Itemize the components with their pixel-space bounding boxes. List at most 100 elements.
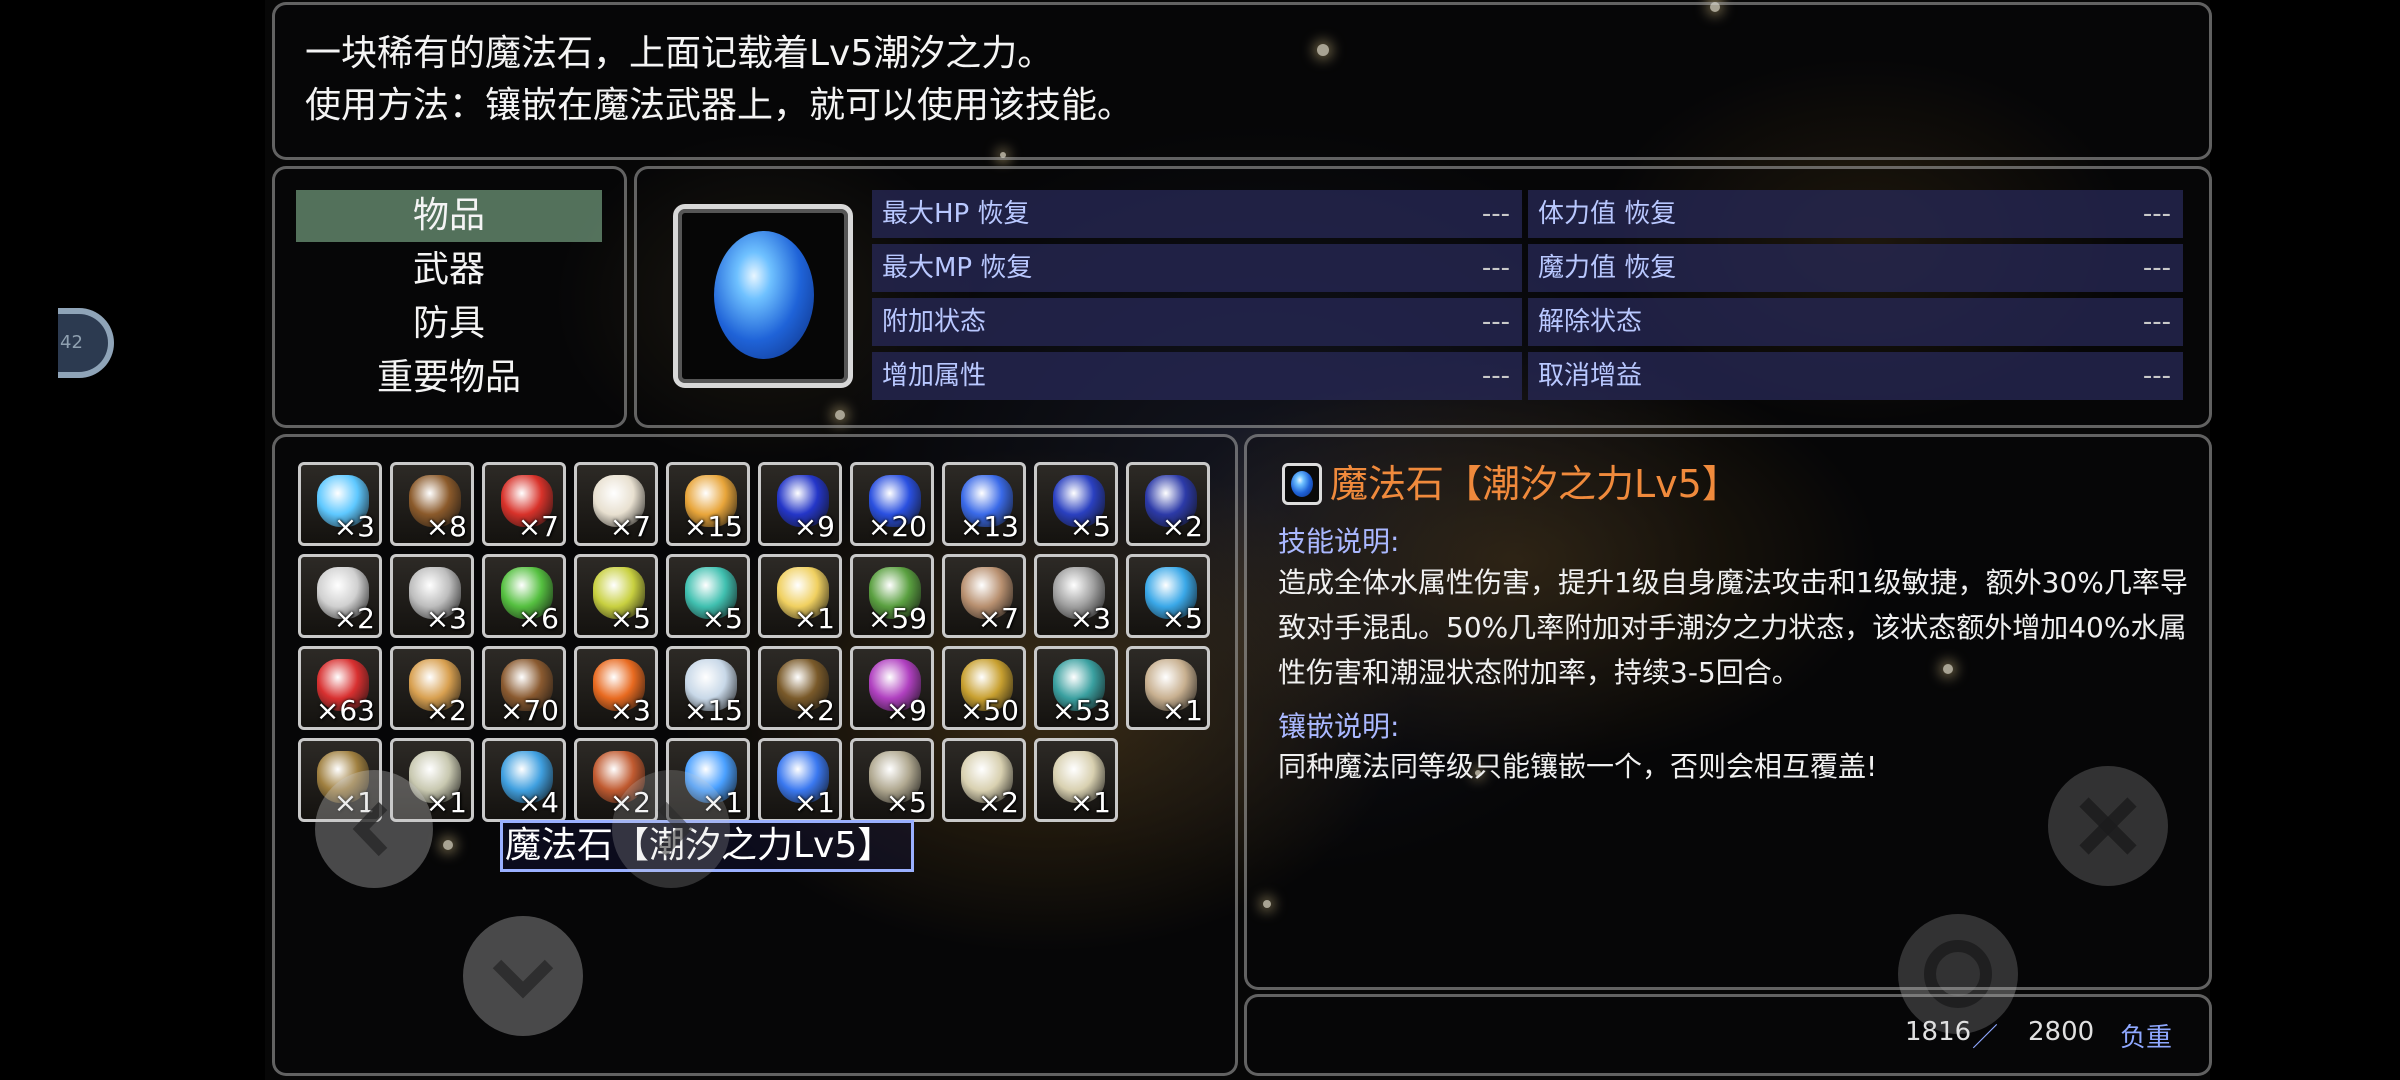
item-count: ×2 (977, 786, 1019, 819)
item-count: ×59 (867, 602, 927, 635)
stat-stamina-recover: 体力值 恢复 --- (1528, 190, 2183, 238)
scroll-down-button[interactable] (463, 916, 583, 1036)
inventory-slot[interactable]: ×7 (574, 462, 658, 546)
weight-current: 1816 (1905, 1017, 1972, 1047)
inventory-slot[interactable]: ×13 (942, 462, 1026, 546)
inventory-slot[interactable]: ×1 (1126, 646, 1210, 730)
stat-label: 最大HP 恢复 (882, 199, 1030, 229)
item-count: ×7 (517, 510, 559, 543)
item-count: ×8 (425, 510, 467, 543)
item-count: ×3 (425, 602, 467, 635)
item-count: ×15 (683, 510, 743, 543)
description-line-2: 使用方法：镶嵌在魔法武器上，就可以使用该技能。 (305, 85, 1134, 126)
inventory-slot[interactable]: ×7 (942, 554, 1026, 638)
inventory-slot[interactable]: ×1 (1034, 738, 1118, 822)
previous-page-button[interactable] (315, 770, 433, 888)
stat-max-mp-recover: 最大MP 恢复 --- (872, 244, 1522, 292)
inventory-slot[interactable]: ×50 (942, 646, 1026, 730)
stat-value: --- (2142, 361, 2171, 391)
item-count: ×20 (867, 510, 927, 543)
inventory-slot[interactable]: ×5 (850, 738, 934, 822)
inventory-slot[interactable]: ×70 (482, 646, 566, 730)
inventory-slot[interactable]: ×53 (1034, 646, 1118, 730)
inventory-slot[interactable]: ×63 (298, 646, 382, 730)
inventory-slot[interactable]: ×2 (1126, 462, 1210, 546)
inventory-slot[interactable]: ×5 (666, 554, 750, 638)
inventory-slot[interactable]: ×1 (758, 554, 842, 638)
stat-add-status: 附加状态 --- (872, 298, 1522, 346)
magic-stone-icon (1291, 471, 1313, 497)
stat-label: 体力值 恢复 (1538, 199, 1677, 229)
item-count: ×1 (1069, 786, 1111, 819)
inventory-slot[interactable]: ×59 (850, 554, 934, 638)
inventory-slot[interactable]: ×8 (390, 462, 474, 546)
item-count: ×2 (793, 694, 835, 727)
inventory-slot[interactable]: ×3 (390, 554, 474, 638)
inventory-slot[interactable]: ×3 (1034, 554, 1118, 638)
stat-cancel-buff: 取消增益 --- (1528, 352, 2183, 400)
inventory-slot[interactable]: ×2 (942, 738, 1026, 822)
item-count: ×5 (701, 602, 743, 635)
item-count: ×6 (517, 602, 559, 635)
inlay-description-text: 同种魔法同等级只能镶嵌一个，否则会相互覆盖! (1278, 750, 1878, 783)
stat-value: --- (2142, 253, 2171, 283)
category-tab-key-items[interactable]: 重要物品 (296, 352, 602, 404)
chevron-down-icon (492, 959, 554, 999)
skill-description-heading: 技能说明: (1278, 525, 1400, 558)
stat-label: 解除状态 (1538, 307, 1643, 337)
weight-label: 负重 (2120, 1023, 2173, 1053)
inventory-slot[interactable]: ×6 (482, 554, 566, 638)
item-count: ×1 (793, 786, 835, 819)
chevron-right-icon (657, 801, 693, 857)
chevron-left-icon (352, 801, 388, 857)
item-count: ×1 (1161, 694, 1203, 727)
inventory-slot[interactable]: ×15 (666, 646, 750, 730)
item-count: ×7 (609, 510, 651, 543)
magic-stone-icon (714, 231, 814, 359)
inventory-slot[interactable]: ×4 (482, 738, 566, 822)
stat-label: 最大MP 恢复 (882, 253, 1033, 283)
item-count: ×63 (315, 694, 375, 727)
inventory-slot[interactable]: ×2 (390, 646, 474, 730)
category-tab-armor[interactable]: 防具 (296, 298, 602, 350)
inventory-slot[interactable]: ×9 (758, 462, 842, 546)
item-count: ×2 (1161, 510, 1203, 543)
item-count: ×53 (1051, 694, 1111, 727)
inventory-slot[interactable]: ×9 (850, 646, 934, 730)
stat-label: 附加状态 (882, 307, 987, 337)
category-tab-weapons[interactable]: 武器 (296, 244, 602, 296)
stat-remove-status: 解除状态 --- (1528, 298, 2183, 346)
item-count: ×13 (959, 510, 1019, 543)
side-badge[interactable]: 42 (58, 308, 114, 378)
detail-title-icon (1282, 463, 1322, 505)
stat-value: --- (1481, 307, 1510, 337)
item-count: ×70 (499, 694, 559, 727)
inventory-slot[interactable]: ×3 (298, 462, 382, 546)
weight-max: 2800 (2028, 1017, 2095, 1047)
item-count: ×3 (333, 510, 375, 543)
stat-mana-recover: 魔力值 恢复 --- (1528, 244, 2183, 292)
category-tab-items[interactable]: 物品 (296, 190, 602, 242)
inventory-slot[interactable]: ×3 (574, 646, 658, 730)
item-count: ×1 (425, 786, 467, 819)
next-page-button[interactable] (612, 770, 730, 888)
inventory-slot[interactable]: ×2 (758, 646, 842, 730)
stat-value: --- (1481, 253, 1510, 283)
item-count: ×2 (333, 602, 375, 635)
stat-value: --- (1481, 199, 1510, 229)
item-count: ×3 (609, 694, 651, 727)
inventory-slot[interactable]: ×15 (666, 462, 750, 546)
inventory-slot[interactable]: ×5 (1126, 554, 1210, 638)
inventory-slot[interactable]: ×2 (298, 554, 382, 638)
inventory-slot[interactable]: ×5 (1034, 462, 1118, 546)
item-count: ×2 (425, 694, 467, 727)
stat-value: --- (1481, 361, 1510, 391)
stat-label: 魔力值 恢复 (1538, 253, 1677, 283)
inventory-slot[interactable]: ×1 (758, 738, 842, 822)
inventory-slot[interactable]: ×7 (482, 462, 566, 546)
item-count: ×1 (793, 602, 835, 635)
item-count: ×15 (683, 694, 743, 727)
inventory-slot[interactable]: ×20 (850, 462, 934, 546)
inventory-slot[interactable]: ×5 (574, 554, 658, 638)
item-count: ×9 (793, 510, 835, 543)
